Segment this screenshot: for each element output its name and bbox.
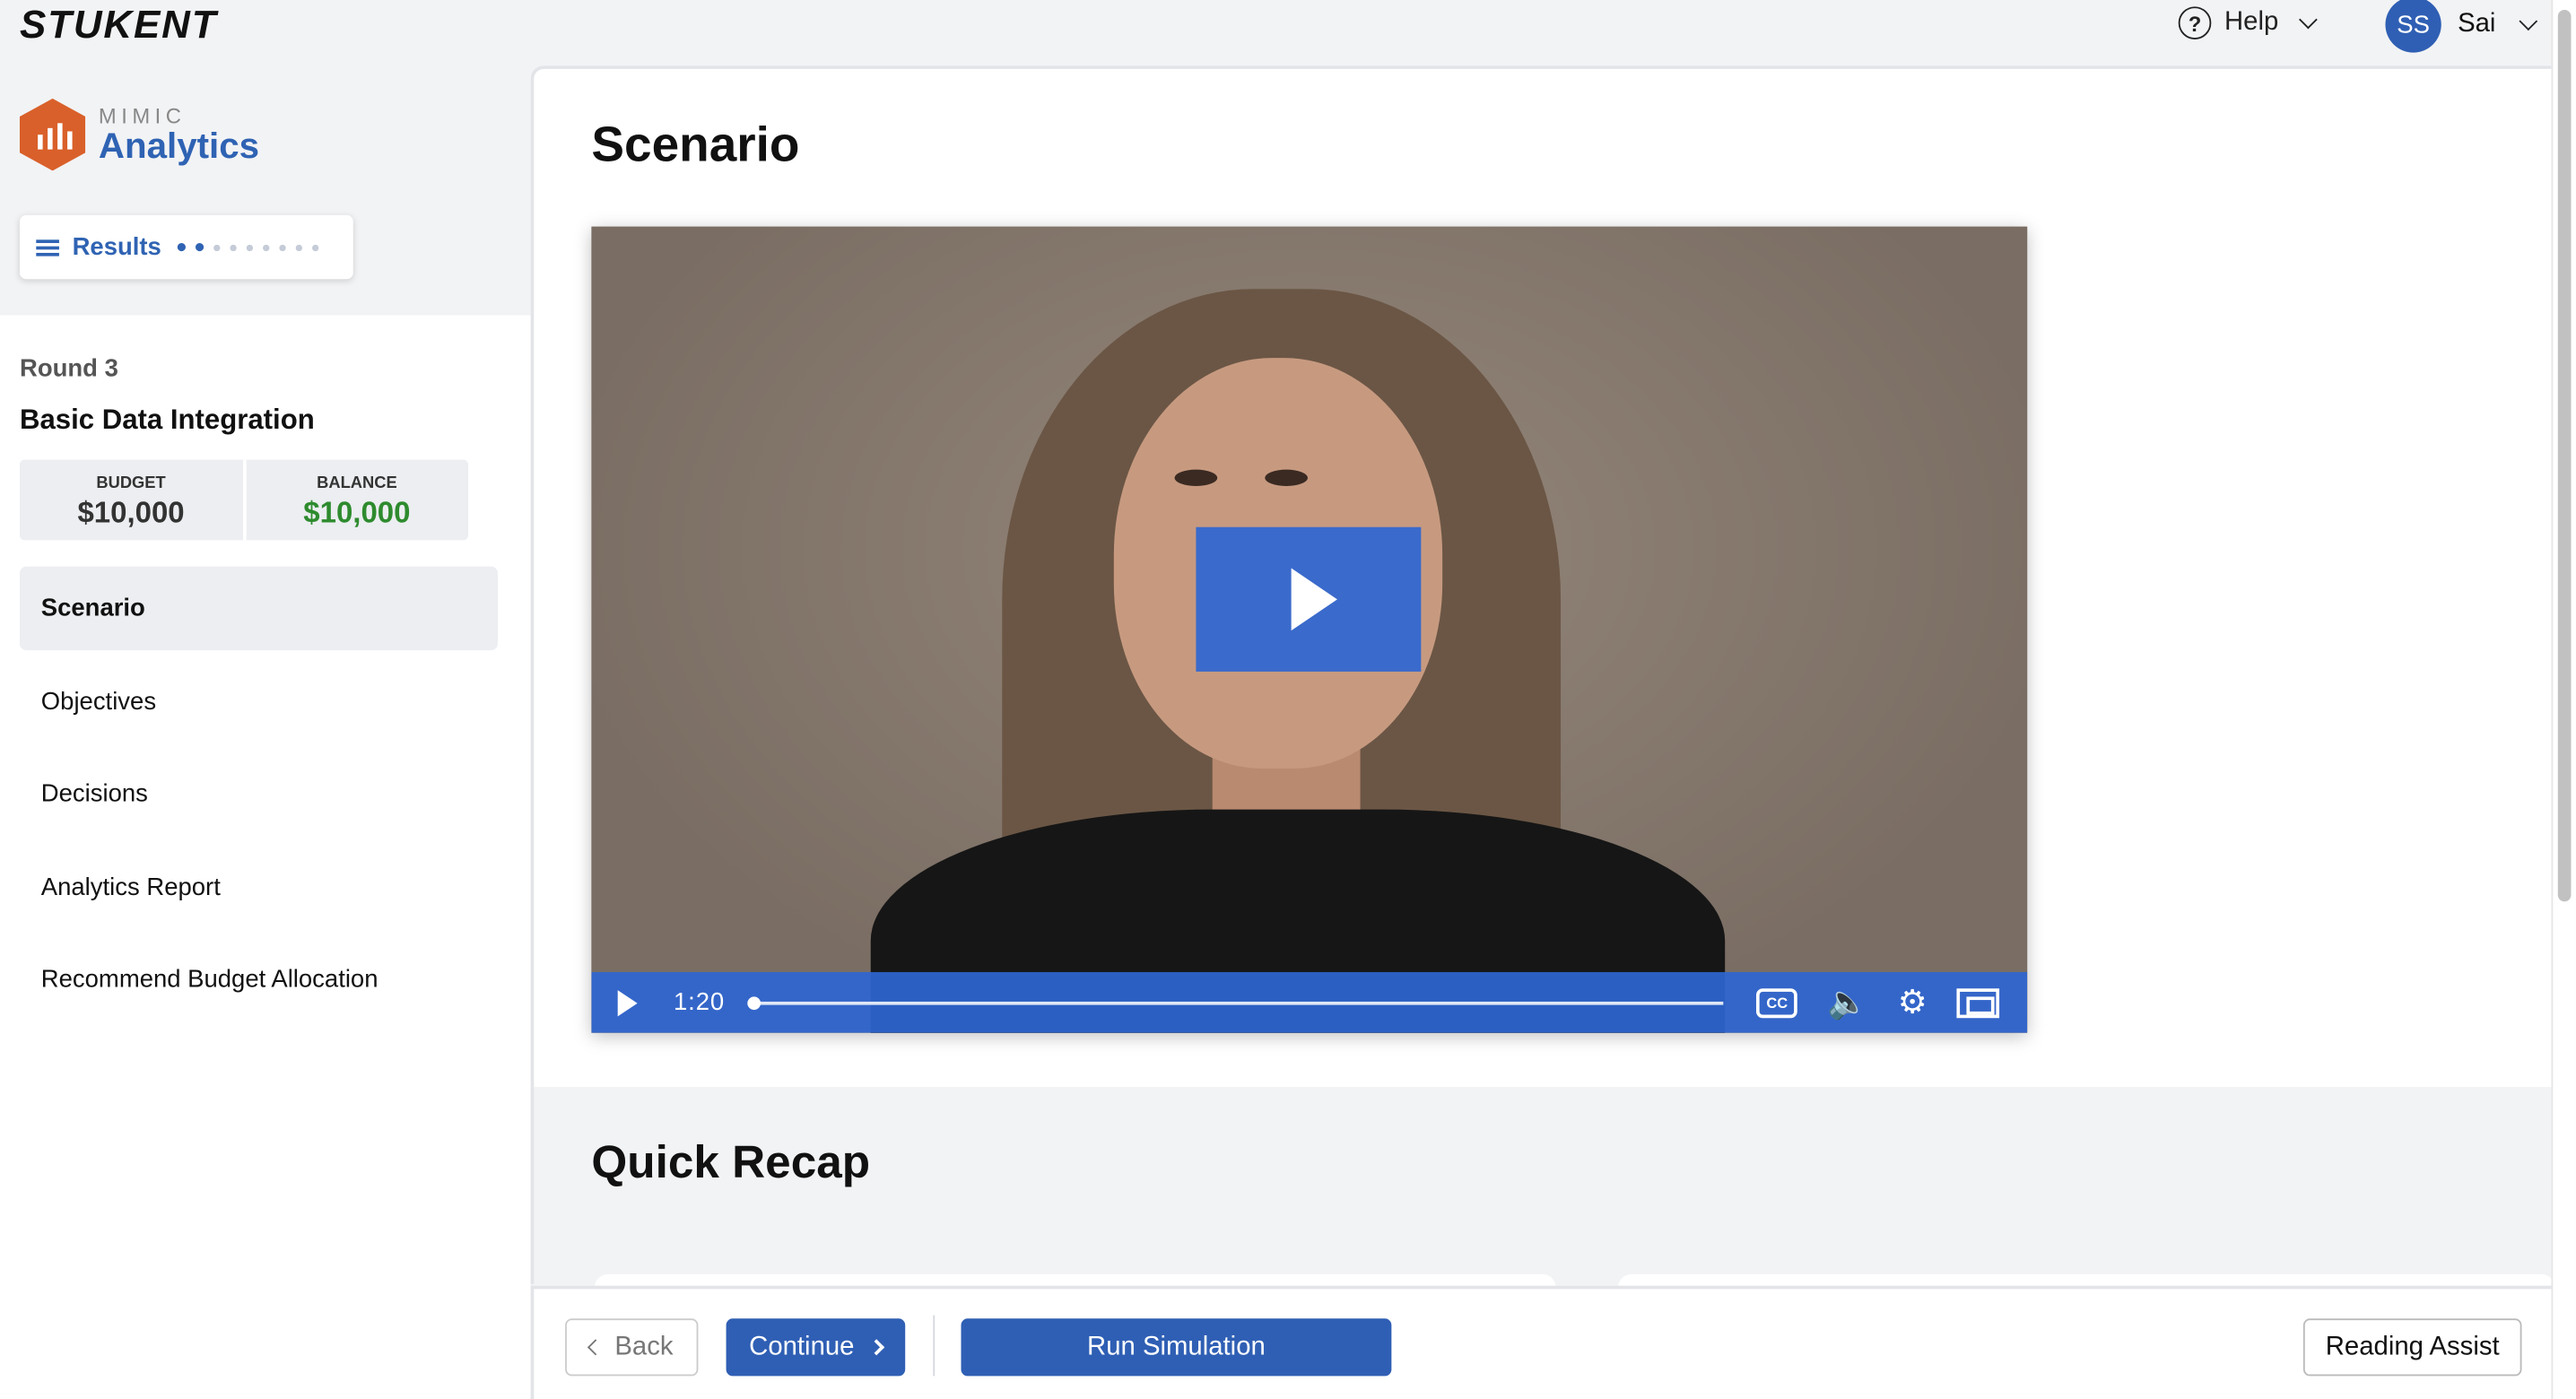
run-simulation-button[interactable]: Run Simulation — [961, 1318, 1392, 1377]
progress-dot — [279, 243, 287, 251]
progress-dot — [296, 243, 303, 251]
round-label: Round 3 — [19, 354, 118, 383]
play-button[interactable] — [1196, 526, 1422, 672]
balance-value: $10,000 — [303, 495, 411, 529]
page-title: Scenario — [591, 117, 800, 173]
play-icon — [1290, 568, 1337, 631]
product-name: Analytics — [98, 124, 260, 166]
chevron-right-icon — [868, 1339, 885, 1356]
app-frame: STUKENT ? Help SS Sai MIMIC Analytics Re… — [0, 0, 2576, 1399]
video-progress-bar[interactable] — [747, 995, 1724, 1010]
round-progress-dots — [178, 242, 319, 252]
budget-label: BUDGET — [96, 474, 166, 493]
progress-dot — [230, 243, 238, 251]
help-menu[interactable]: ? Help — [2178, 6, 2318, 39]
video-player[interactable]: 1:20 CC 🔈 ⚙ — [591, 226, 2028, 1033]
progress-dot — [196, 242, 205, 252]
back-button[interactable]: Back — [565, 1318, 699, 1377]
closed-captions-icon[interactable]: CC — [1756, 987, 1798, 1018]
sidebar-item-decisions[interactable]: Decisions — [20, 752, 498, 836]
help-label: Help — [2224, 8, 2279, 37]
mimic-analytics-logo: MIMIC Analytics — [19, 98, 260, 171]
footer-bar: Back Continue Run Simulation Reading Ass… — [530, 1285, 2552, 1399]
chevron-down-icon — [2298, 10, 2318, 30]
reading-assist-button[interactable]: Reading Assist — [2302, 1318, 2522, 1377]
sidebar-item-analytics-report[interactable]: Analytics Report — [20, 845, 498, 928]
user-menu[interactable]: SS Sai — [2385, 0, 2538, 53]
volume-icon[interactable]: 🔈 — [1827, 986, 1868, 1020]
chevron-left-icon — [587, 1339, 605, 1356]
play-icon[interactable] — [617, 989, 638, 1016]
video-time: 1:20 — [673, 988, 726, 1017]
fullscreen-icon[interactable] — [1956, 987, 2000, 1018]
video-controls: 1:20 CC 🔈 ⚙ — [591, 971, 2028, 1033]
continue-label: Continue — [749, 1332, 855, 1360]
progress-dot — [213, 243, 221, 251]
user-name: Sai — [2458, 9, 2496, 39]
chevron-down-icon — [2519, 12, 2538, 31]
results-label: Results — [72, 233, 161, 262]
sidebar-item-objectives[interactable]: Objectives — [20, 659, 498, 743]
menu-icon — [36, 239, 59, 256]
stukent-logo[interactable]: STUKENT — [20, 4, 217, 49]
progress-dot — [178, 242, 187, 252]
budget-summary: BUDGET $10,000 BALANCE $10,000 — [19, 459, 469, 541]
progress-handle[interactable] — [747, 995, 761, 1010]
scenario-panel: Scenario 1:20 CC 🔈 ⚙ — [530, 65, 2552, 1088]
progress-dot — [263, 243, 270, 251]
results-menu-button[interactable]: Results — [19, 214, 353, 280]
continue-button[interactable]: Continue — [726, 1318, 906, 1377]
balance-label: BALANCE — [317, 474, 397, 493]
sidebar-header: MIMIC Analytics Results — [0, 65, 531, 316]
top-bar: STUKENT ? Help SS Sai — [0, 0, 2576, 66]
progress-dot — [247, 243, 254, 251]
budget-value: $10,000 — [77, 495, 185, 529]
settings-gear-icon[interactable]: ⚙ — [1898, 986, 1928, 1020]
sidebar-item-recommend-budget-allocation[interactable]: Recommend Budget Allocation — [20, 938, 498, 1021]
analytics-logo-icon — [19, 98, 86, 171]
sidebar-item-scenario[interactable]: Scenario — [19, 566, 498, 651]
scrollbar[interactable] — [2551, 0, 2576, 1399]
quick-recap-section: Quick Recap — [530, 1087, 2555, 1288]
scrollbar-thumb[interactable] — [2557, 9, 2572, 902]
divider — [933, 1315, 936, 1377]
back-label: Back — [614, 1332, 674, 1360]
module-title: Basic Data Integration — [19, 404, 315, 436]
sidebar: Round 3 Basic Data Integration BUDGET $1… — [0, 315, 531, 1399]
help-icon: ? — [2178, 6, 2212, 39]
recap-title: Quick Recap — [591, 1136, 871, 1187]
avatar: SS — [2385, 0, 2441, 53]
progress-dot — [312, 243, 319, 251]
sidebar-nav: Scenario Objectives Decisions Analytics … — [19, 566, 498, 1030]
